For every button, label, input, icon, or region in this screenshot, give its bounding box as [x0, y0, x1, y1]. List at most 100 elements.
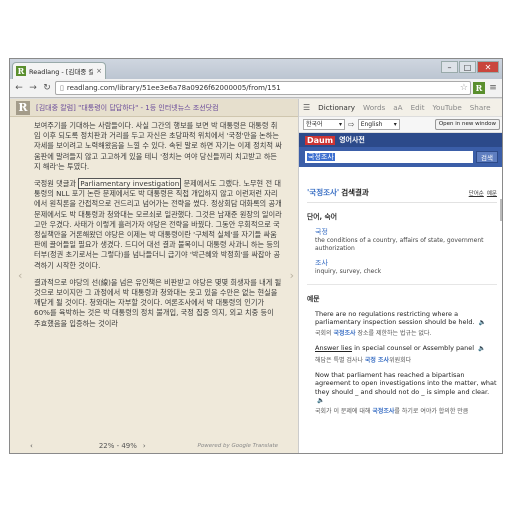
word-meaning: inquiry, survey, check	[315, 268, 382, 275]
language-row: 한국어 ▾ ⇨ English ▾ Open in new window	[299, 117, 502, 133]
example-korean: 국회가 이 문제에 대해 국정조사를 하기로 여야가 합의한 만큼	[307, 408, 497, 416]
paragraph-2-start[interactable]: 국정원 댓글과	[34, 179, 76, 188]
source-language-value: 한국어	[306, 121, 323, 128]
example-3-korean-end: 를 하기로 여야가 합의한 만큼	[394, 407, 469, 415]
prev-page-arrow-icon[interactable]: ‹	[18, 269, 22, 282]
article-body[interactable]: 보여주기를 기대하는 사람들이다. 사실 그간의 행보를 보면 박 대통령은 대…	[34, 121, 282, 431]
example-english: Answer lies in special counsel or Assemb…	[307, 344, 497, 353]
word-meaning: the conditions of a country, affairs of …	[315, 237, 484, 252]
example-1-english-text: There are no regulations restricting whe…	[315, 309, 475, 326]
example-2-keyword: 국정 조사	[364, 356, 390, 364]
browser-window: R Readlang - [김대중 칼럼] "대통령이 답답하다" - × – …	[9, 58, 503, 454]
translated-phrase[interactable]: Parliamentary investigation	[78, 178, 182, 190]
url-text: readlang.com/library/51ee3e6a78a0926f620…	[66, 84, 281, 92]
maximize-button[interactable]: □	[459, 61, 476, 73]
window-controls: – □ ✕	[441, 61, 499, 73]
article-title[interactable]: [김대중 칼럼] "대통령이 답답하다" - 1등 인터넷뉴스 조선닷컴	[36, 103, 219, 113]
target-language-select[interactable]: English ▾	[357, 119, 400, 130]
search-input-value: 국정조사	[307, 153, 335, 161]
tab-title: Readlang - [김대중 칼럼] "대통령이 답답하다" -	[29, 68, 93, 76]
address-bar[interactable]: ▯ readlang.com/library/51ee3e6a78a0926f6…	[55, 81, 471, 95]
results-scrollbar[interactable]	[500, 199, 502, 221]
browser-tab[interactable]: R Readlang - [김대중 칼럼] "대통령이 답답하다" - ×	[12, 62, 106, 79]
reader-pane: R [김대중 칼럼] "대통령이 답답하다" - 1등 인터넷뉴스 조선닷컴 ‹…	[10, 99, 298, 453]
readlang-extension-icon[interactable]: R	[473, 82, 485, 94]
filter-examples[interactable]: 예문	[487, 189, 497, 197]
example-2-korean-end: 위원회다	[389, 356, 412, 364]
reader-footer: ‹ 22% - 49% › Powered by Google Translat…	[10, 437, 298, 453]
example-2-english-rest: in special counsel or Assembly panel	[354, 344, 475, 353]
arrow-right-icon: ⇨	[348, 120, 355, 129]
tab-font-size[interactable]: aA	[393, 103, 402, 112]
target-language-value: English	[360, 121, 383, 128]
paragraph-2-rest[interactable]: 문제에서도 그랬다. 노무현 전 대통령의 NLL 포기 논란 문제에서도 박 …	[34, 179, 282, 270]
dropdown-icon: ▾	[338, 121, 342, 128]
tab-youtube[interactable]: YouTube	[433, 103, 462, 112]
powered-by-text: Powered by Google Translate	[197, 443, 278, 449]
dictionary-search-row: 국정조사 검색	[299, 147, 502, 167]
dictionary-results: '국정조사' 검색결과 단어순 예문 단어, 숙어 국정 the conditi…	[299, 185, 502, 453]
results-heading: '국정조사' 검색결과 단어순 예문	[307, 185, 497, 203]
example-3-keyword: 국정조사	[372, 407, 395, 415]
tab-close-icon[interactable]: ×	[96, 67, 102, 75]
close-window-button[interactable]: ✕	[477, 61, 499, 73]
dictionary-panel: ☰ Dictionary Words aA Edit YouTube Share…	[298, 99, 502, 453]
example-3-english-text: Now that parliament has reached a bipart…	[315, 371, 497, 396]
example-korean: 해답은 특별 검사나 국정 조사위원회다	[307, 357, 497, 365]
example-3-korean-start: 국회가 이 문제에 대해	[315, 407, 371, 415]
tab-edit[interactable]: Edit	[411, 103, 425, 112]
paragraph-3[interactable]: 결과적으로 야당의 선(線)을 넘은 유인책은 비판받고 야당은 몇몇 희생자를…	[34, 278, 282, 329]
readlang-logo[interactable]: R	[16, 100, 30, 115]
examples-section-title: 예문	[307, 294, 320, 303]
open-in-new-window-button[interactable]: Open in new window	[434, 119, 500, 130]
example-1-korean-end: 장소를 제한하는 법규는 없다.	[357, 329, 432, 337]
example-2-korean-start: 해답은 특별 검사나	[315, 356, 363, 364]
bookmark-star-icon[interactable]: ☆	[460, 82, 470, 94]
daum-header: Daum 영어사전	[299, 133, 502, 147]
reload-icon[interactable]: ↻	[41, 82, 53, 94]
paragraph-1[interactable]: 보여주기를 기대하는 사람들이다. 사실 그간의 행보를 보면 박 대통령은 대…	[34, 121, 282, 172]
example-1-keyword: 국정조사	[333, 329, 356, 337]
readlang-favicon-icon: R	[16, 66, 26, 76]
reading-progress: 22% - 49%	[98, 442, 137, 450]
example-english: Now that parliament has reached a bipart…	[307, 371, 497, 405]
results-keyword: '국정조사'	[307, 188, 340, 197]
browser-menu-icon[interactable]: ≡	[487, 83, 499, 93]
words-section-title: 단어, 숙어	[307, 213, 337, 221]
reader-header: R [김대중 칼럼] "대통령이 답답하다" - 1등 인터넷뉴스 조선닷컴	[10, 99, 298, 117]
results-suffix: 검색결과	[341, 188, 369, 197]
filter-word-order[interactable]: 단어순	[469, 189, 484, 197]
speaker-icon[interactable]: 🔈	[478, 345, 485, 353]
section-divider	[307, 283, 497, 285]
forward-arrow-icon[interactable]: →	[27, 82, 39, 94]
word-entry[interactable]: 국정	[307, 227, 497, 237]
browser-toolbar: ← → ↻ ▯ readlang.com/library/51ee3e6a78a…	[10, 79, 502, 98]
word-entry[interactable]: 조사	[307, 258, 497, 268]
footer-next-icon[interactable]: ›	[143, 442, 146, 450]
example-2-english-link[interactable]: Answer lies	[315, 344, 352, 352]
daum-dictionary-title: 영어사전	[339, 136, 365, 144]
tab-share[interactable]: Share	[470, 103, 491, 112]
example-english: There are no regulations restricting whe…	[307, 310, 497, 327]
tab-dictionary[interactable]: Dictionary	[318, 103, 355, 112]
tab-words[interactable]: Words	[363, 103, 385, 112]
minimize-button[interactable]: –	[441, 61, 458, 73]
daum-logo[interactable]: Daum	[305, 135, 336, 145]
paragraph-2[interactable]: 국정원 댓글과 Parliamentary investigation 문제에서…	[34, 178, 282, 271]
next-page-arrow-icon[interactable]: ›	[290, 269, 294, 282]
speaker-icon[interactable]: 🔈	[479, 319, 486, 327]
footer-prev-icon[interactable]: ‹	[30, 442, 33, 450]
dropdown-icon: ▾	[393, 121, 397, 128]
example-1-korean-start: 국회의	[315, 329, 332, 337]
panel-menu-icon[interactable]: ☰	[303, 103, 310, 112]
dictionary-search-button[interactable]: 검색	[476, 151, 498, 163]
results-filters: 단어순 예문	[469, 189, 497, 197]
source-language-select[interactable]: 한국어 ▾	[303, 119, 345, 130]
page-info-icon: ▯	[60, 84, 64, 92]
tab-strip: R Readlang - [김대중 칼럼] "대통령이 답답하다" - × – …	[10, 59, 502, 79]
back-arrow-icon[interactable]: ←	[13, 82, 25, 94]
dictionary-search-input[interactable]: 국정조사	[305, 151, 474, 163]
example-korean: 국회의 국정조사 장소를 제한하는 법규는 없다.	[307, 330, 497, 338]
speaker-icon[interactable]: 🔈	[317, 397, 324, 405]
dictionary-tabs: ☰ Dictionary Words aA Edit YouTube Share	[299, 99, 502, 117]
